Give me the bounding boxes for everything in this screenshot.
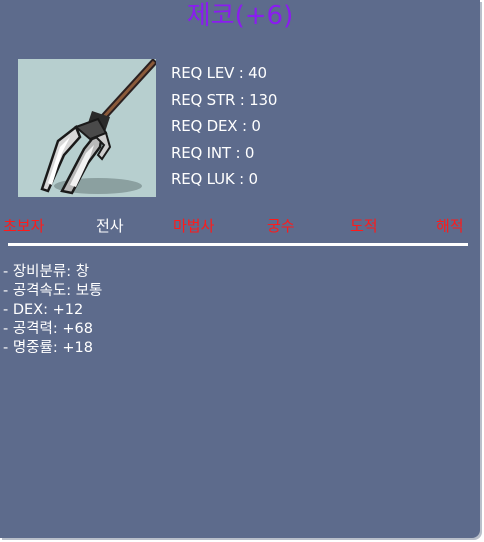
job-pirate: 해적 — [436, 217, 464, 235]
item-tooltip: 제코(+6) REQ LEV : 40 REQ STR : 130 REQ DE… — [0, 0, 480, 538]
stat-attack: - 공격력: +68 — [3, 321, 93, 337]
stat-accuracy: - 명중률: +18 — [3, 340, 93, 356]
job-beginner: 초보자 — [3, 217, 45, 235]
item-name: 제코(+6) — [186, 1, 294, 31]
item-icon-frame — [18, 59, 156, 197]
stat-dex: - DEX: +12 — [3, 302, 84, 318]
req-level: REQ LEV : 40 — [171, 64, 267, 82]
req-str: REQ STR : 130 — [171, 90, 278, 109]
stat-attack-speed: - 공격속도: 보통 — [3, 283, 103, 299]
req-int: REQ INT : 0 — [171, 143, 255, 162]
job-list: 초보자 전사 마법사 궁수 도적 해적 — [0, 215, 480, 239]
spear-icon — [40, 59, 156, 195]
req-luk: REQ LUK : 0 — [171, 170, 258, 188]
job-bowman: 궁수 — [267, 217, 295, 235]
requirements-list: REQ LEV : 40 REQ STR : 130 REQ DEX : 0 R… — [171, 63, 277, 196]
job-thief: 도적 — [350, 217, 378, 235]
stat-list: - 장비분류: 창 - 공격속도: 보통 - DEX: +12 - 공격력: +… — [3, 263, 102, 358]
req-dex: REQ DEX : 0 — [171, 117, 261, 135]
job-magician: 마법사 — [173, 217, 215, 235]
divider — [8, 243, 468, 246]
stat-category: - 장비분류: 창 — [3, 264, 90, 280]
job-warrior: 전사 — [96, 217, 124, 235]
